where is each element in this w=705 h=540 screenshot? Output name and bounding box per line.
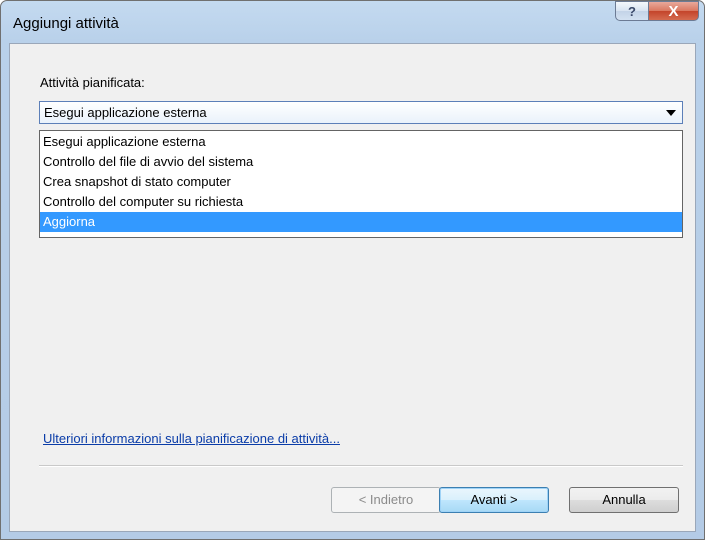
task-select-value: Esegui applicazione esterna (44, 105, 207, 120)
title-bar-buttons: ? X (615, 1, 699, 23)
dialog-window: Aggiungi attività ? X Attività pianifica… (0, 0, 705, 540)
next-button[interactable]: Avanti > (439, 487, 549, 513)
more-info-link[interactable]: Ulteriori informazioni sulla pianificazi… (43, 431, 340, 446)
title-bar[interactable]: Aggiungi attività ? X (1, 1, 704, 35)
task-dropdown-list: Esegui applicazione esterna Controllo de… (39, 130, 683, 238)
window-title: Aggiungi attività (13, 15, 119, 32)
dropdown-option-boot-file-check[interactable]: Controllo del file di avvio del sistema (40, 152, 682, 172)
dropdown-option-external-app[interactable]: Esegui applicazione esterna (40, 132, 682, 152)
dropdown-option-update[interactable]: Aggiorna (40, 212, 682, 232)
cancel-button[interactable]: Annulla (569, 487, 679, 513)
dropdown-option-on-demand-scan[interactable]: Controllo del computer su richiesta (40, 192, 682, 212)
task-label: Attività pianificata: (40, 75, 145, 90)
separator (39, 465, 683, 467)
help-icon: ? (628, 3, 636, 19)
dropdown-option-snapshot[interactable]: Crea snapshot di stato computer (40, 172, 682, 192)
task-select[interactable]: Esegui applicazione esterna (39, 101, 683, 124)
chevron-down-icon[interactable] (666, 110, 676, 116)
help-button[interactable]: ? (615, 1, 649, 21)
close-icon: X (668, 2, 679, 20)
close-button[interactable]: X (649, 1, 699, 21)
dialog-content: Attività pianificata: Esegui applicazion… (9, 43, 696, 532)
back-button[interactable]: < Indietro (331, 487, 441, 513)
